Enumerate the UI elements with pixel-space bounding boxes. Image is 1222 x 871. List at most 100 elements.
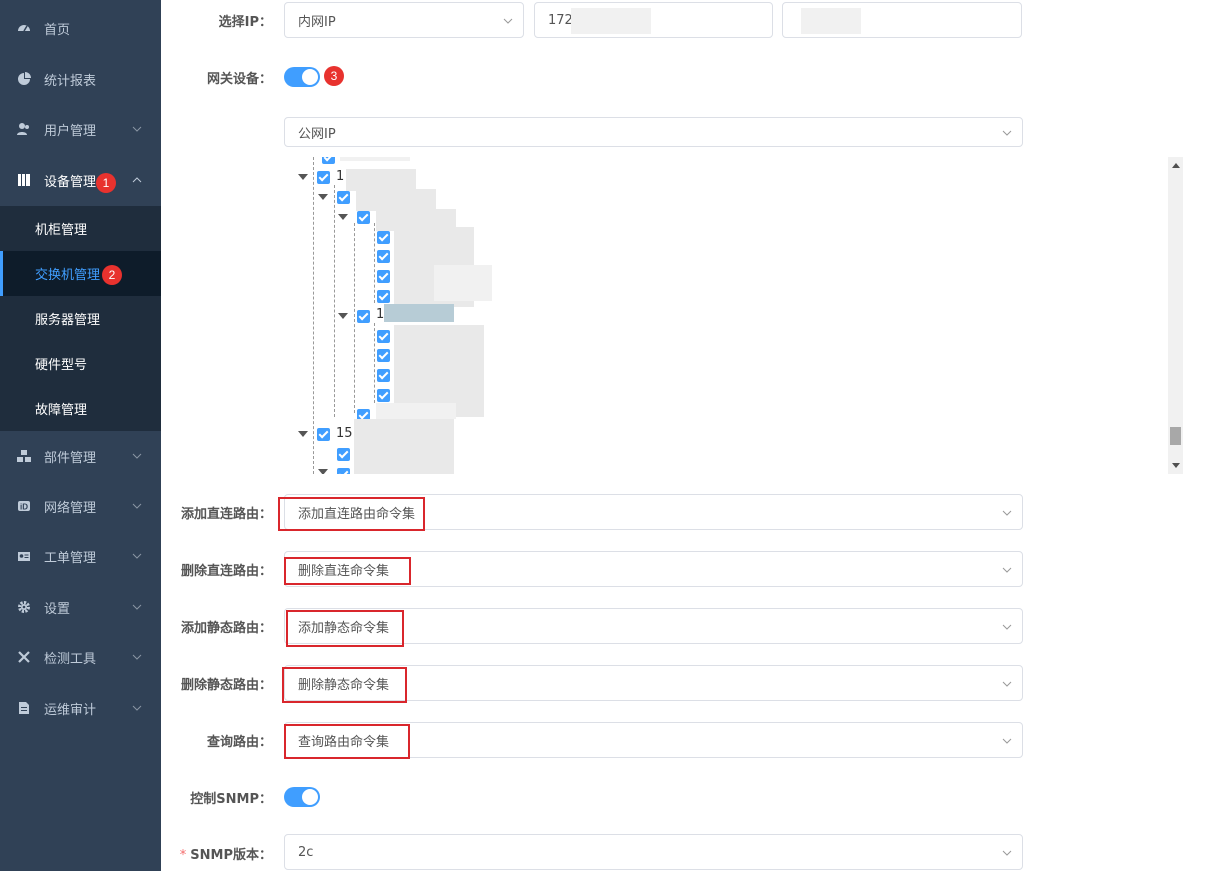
annotation-badge: 1 bbox=[96, 173, 116, 193]
tree-checkbox[interactable] bbox=[377, 389, 390, 402]
highlight-box bbox=[282, 667, 407, 703]
menu-label: 首页 bbox=[44, 22, 71, 38]
submenu-label: 机柜管理 bbox=[35, 223, 88, 238]
menu-label: 运维审计 bbox=[44, 702, 97, 718]
expand-caret-icon[interactable] bbox=[318, 194, 328, 200]
dashboard-icon bbox=[17, 21, 31, 35]
menu-item-detection-tools[interactable]: 检测工具 bbox=[0, 632, 161, 682]
tree-checkbox[interactable] bbox=[377, 369, 390, 382]
add-direct-route-label: 添加直连路由： bbox=[180, 507, 272, 522]
chevron-down-icon bbox=[132, 705, 142, 711]
submenu-item-switches[interactable]: 交换机管理 2 bbox=[0, 251, 161, 296]
snmp-version-label: * SNMP版本： bbox=[161, 844, 272, 863]
menu-label: 网络管理 bbox=[44, 500, 97, 516]
tree-checkbox[interactable] bbox=[357, 211, 370, 224]
menu-item-tickets[interactable]: 工单管理 bbox=[0, 531, 161, 581]
chevron-down-icon bbox=[132, 126, 142, 132]
tree-checkbox[interactable] bbox=[377, 270, 390, 283]
tree-guide-line bbox=[374, 323, 375, 403]
pie-chart-icon bbox=[17, 72, 31, 86]
menu-label: 检测工具 bbox=[44, 651, 97, 667]
tree-node-label: 15 bbox=[336, 426, 353, 441]
ip-input[interactable]: 172 bbox=[534, 2, 773, 38]
main-content: 选择IP： 内网IP 172 网关设备： 3 公网IP 1 1 15 添加直连路… bbox=[161, 0, 1222, 871]
gateway-ip-select[interactable]: 公网IP bbox=[284, 117, 1023, 147]
required-mark: * bbox=[179, 848, 187, 863]
highlight-box bbox=[284, 724, 410, 759]
tree-checkbox[interactable] bbox=[377, 330, 390, 343]
scroll-up-icon[interactable] bbox=[1172, 163, 1180, 168]
redacted-area bbox=[801, 8, 861, 34]
expand-caret-icon[interactable] bbox=[338, 313, 348, 319]
tree-checkbox[interactable] bbox=[377, 349, 390, 362]
network-icon: iD bbox=[17, 499, 31, 513]
chevron-down-icon bbox=[1002, 624, 1012, 630]
snmp-version-label-text: SNMP版本： bbox=[190, 848, 272, 863]
expand-caret-icon[interactable] bbox=[338, 214, 348, 220]
tree-guide-line bbox=[334, 185, 335, 417]
submenu-item-cabinets[interactable]: 机柜管理 bbox=[0, 206, 161, 251]
snmp-control-label: 控制SNMP： bbox=[190, 792, 272, 807]
redacted-area bbox=[434, 265, 492, 301]
redacted-area bbox=[571, 8, 651, 34]
redacted-area bbox=[384, 304, 454, 322]
scroll-thumb[interactable] bbox=[1170, 427, 1181, 445]
submenu-item-hardware-models[interactable]: 硬件型号 bbox=[0, 341, 161, 386]
menu-item-reports[interactable]: 统计报表 bbox=[0, 54, 161, 104]
gateway-toggle[interactable] bbox=[284, 67, 320, 87]
tree-checkbox[interactable] bbox=[377, 250, 390, 263]
tree-checkbox[interactable] bbox=[337, 191, 350, 204]
tree-checkbox[interactable] bbox=[337, 448, 350, 461]
id-card-icon bbox=[17, 549, 31, 563]
select-ip-label: 选择IP： bbox=[218, 15, 272, 30]
tree-guide-line bbox=[374, 223, 375, 303]
tree-checkbox[interactable] bbox=[357, 310, 370, 323]
expand-caret-icon[interactable] bbox=[318, 469, 328, 474]
menu-item-settings[interactable]: 设置 bbox=[0, 582, 161, 632]
audit-icon bbox=[17, 701, 31, 715]
tree-checkbox[interactable] bbox=[377, 231, 390, 244]
add-static-route-label: 添加静态路由： bbox=[180, 621, 272, 636]
menu-item-home[interactable]: 首页 bbox=[0, 3, 161, 53]
redacted-area bbox=[376, 403, 456, 419]
chevron-down-icon bbox=[1002, 850, 1012, 856]
redacted-area bbox=[340, 157, 410, 161]
tree-guide-line bbox=[313, 157, 314, 474]
submenu-item-servers[interactable]: 服务器管理 bbox=[0, 296, 161, 341]
menu-label: 统计报表 bbox=[44, 73, 97, 89]
menu-label: 设置 bbox=[44, 601, 71, 617]
menu-item-components[interactable]: 部件管理 bbox=[0, 431, 161, 481]
tree-checkbox[interactable] bbox=[317, 171, 330, 184]
svg-text:iD: iD bbox=[20, 503, 28, 512]
expand-caret-icon[interactable] bbox=[298, 174, 308, 180]
chevron-down-icon bbox=[1002, 510, 1012, 516]
tree-checkbox[interactable] bbox=[317, 428, 330, 441]
scroll-down-icon[interactable] bbox=[1172, 463, 1180, 468]
device-tree[interactable]: 1 1 15 bbox=[284, 157, 1024, 474]
highlight-box bbox=[284, 557, 411, 585]
menu-label: 设备管理 bbox=[44, 174, 97, 190]
submenu-item-faults[interactable]: 故障管理 bbox=[0, 386, 161, 431]
menu-label: 工单管理 bbox=[44, 550, 97, 566]
ip-input-value: 172 bbox=[548, 12, 573, 28]
chevron-down-icon bbox=[1002, 681, 1012, 687]
ip-type-select[interactable]: 内网IP bbox=[284, 2, 524, 38]
annotation-badge: 2 bbox=[102, 265, 122, 285]
delete-direct-route-label: 删除直连路由： bbox=[180, 564, 272, 579]
menu-item-ops-audit[interactable]: 运维审计 bbox=[0, 683, 161, 733]
redacted-area bbox=[346, 169, 416, 191]
menu-item-devices[interactable]: 设备管理 1 bbox=[0, 155, 161, 205]
snmp-control-toggle[interactable] bbox=[284, 787, 320, 807]
menu-item-users[interactable]: 用户管理 bbox=[0, 104, 161, 154]
expand-caret-icon[interactable] bbox=[298, 431, 308, 437]
chevron-down-icon bbox=[132, 503, 142, 509]
submenu-label: 硬件型号 bbox=[35, 358, 88, 373]
snmp-version-select[interactable]: 2c bbox=[284, 834, 1023, 870]
tree-scrollbar[interactable] bbox=[1168, 157, 1183, 474]
tools-icon bbox=[17, 650, 31, 664]
users-icon bbox=[17, 122, 31, 136]
tree-checkbox[interactable] bbox=[337, 468, 350, 474]
menu-item-network[interactable]: iD 网络管理 bbox=[0, 481, 161, 531]
tree-checkbox[interactable] bbox=[377, 290, 390, 303]
tree-checkbox[interactable] bbox=[322, 157, 335, 164]
